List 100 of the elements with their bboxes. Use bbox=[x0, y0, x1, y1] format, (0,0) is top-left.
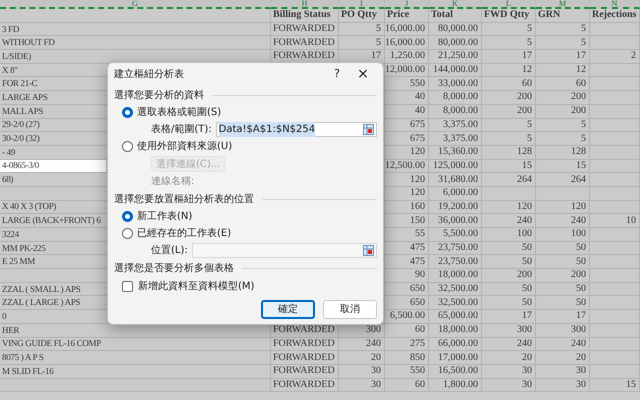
column-letter[interactable]: I bbox=[360, 0, 363, 8]
column-heading: FWD Qtty bbox=[482, 9, 536, 23]
table-cell: 16,000.00 bbox=[385, 22, 429, 36]
table-cell: 100 bbox=[482, 228, 536, 242]
table-cell: 60 bbox=[482, 77, 536, 92]
radio-button[interactable] bbox=[122, 211, 133, 222]
table-cell: 21,250.00 bbox=[429, 50, 482, 64]
table-cell: 550 bbox=[385, 364, 429, 379]
table-cell: 80,000.00 bbox=[429, 36, 482, 50]
table-cell: 40 bbox=[385, 91, 429, 105]
checkbox[interactable] bbox=[122, 281, 133, 292]
table-cell: 240 bbox=[482, 214, 536, 228]
table-cell: 850 bbox=[385, 351, 429, 365]
ok-button[interactable]: 確定 bbox=[261, 300, 315, 319]
range-picker-icon[interactable] bbox=[363, 245, 374, 256]
table-cell: 120 bbox=[385, 186, 429, 201]
table-cell: 1,800.00 bbox=[429, 378, 482, 392]
table-cell: 5 bbox=[536, 118, 590, 132]
table-cell: 128 bbox=[536, 146, 590, 160]
column-letter[interactable]: M bbox=[558, 0, 566, 8]
table-cell: 5,500.00 bbox=[429, 228, 482, 242]
table-cell: 5 bbox=[536, 36, 590, 50]
table-cell: 264 bbox=[536, 173, 590, 187]
table-cell: 12 bbox=[536, 64, 590, 78]
table-cell: 100 bbox=[536, 228, 590, 242]
table-cell: 50 bbox=[536, 255, 590, 270]
radio-button[interactable] bbox=[122, 141, 133, 152]
section-heading: 選擇您要分析的資料 bbox=[114, 88, 204, 103]
table-cell: FORWARDED bbox=[271, 351, 339, 365]
table-cell: 8,000.00 bbox=[429, 104, 482, 118]
table-cell: FORWARDED bbox=[271, 22, 339, 36]
table-cell: 120 bbox=[385, 146, 429, 160]
column-letter[interactable]: K bbox=[452, 0, 458, 8]
table-cell: 200 bbox=[536, 91, 590, 105]
table-cell: 275 bbox=[385, 338, 429, 352]
table-cell: 15 bbox=[536, 160, 590, 174]
column-letter[interactable]: J bbox=[404, 0, 408, 8]
table-cell: 120 bbox=[385, 173, 429, 187]
column-heading: Price bbox=[385, 9, 429, 23]
table-cell: 50 bbox=[536, 282, 590, 296]
cancel-button[interactable]: 取消 bbox=[323, 300, 377, 319]
table-cell: 150 bbox=[385, 214, 429, 228]
table-cell: 5 bbox=[482, 132, 536, 146]
table-cell: 18,000.00 bbox=[429, 269, 482, 283]
table-cell: 675 bbox=[385, 132, 429, 146]
location-input-field[interactable] bbox=[192, 243, 377, 258]
field-label: 表格/範圍(T): bbox=[151, 122, 212, 137]
table-cell: 5 bbox=[536, 22, 590, 36]
table-cell: 240 bbox=[339, 338, 385, 352]
table-cell: 30 bbox=[536, 378, 590, 392]
column-heading: Rejections bbox=[590, 9, 640, 23]
table-cell: 30 bbox=[482, 364, 536, 379]
column-letter[interactable]: N bbox=[612, 0, 618, 8]
table-cell: 300 bbox=[536, 324, 590, 338]
table-cell: 120 bbox=[536, 200, 590, 214]
table-cell: 650 bbox=[385, 282, 429, 296]
table-cell: 144,000.00 bbox=[429, 64, 482, 78]
table-cell: 19,200.00 bbox=[429, 200, 482, 214]
table-cell: 30 bbox=[339, 364, 385, 379]
table-cell: 20 bbox=[482, 351, 536, 365]
column-letter[interactable]: L bbox=[506, 0, 511, 8]
table-cell: 20 bbox=[339, 351, 385, 365]
table-cell: 300 bbox=[482, 324, 536, 338]
table-cell: 16,500.00 bbox=[429, 364, 482, 379]
table-cell: 240 bbox=[482, 338, 536, 352]
table-cell: 475 bbox=[385, 242, 429, 256]
table-cell: 23,750.00 bbox=[429, 242, 482, 256]
range-picker-icon[interactable] bbox=[363, 124, 374, 135]
radio-button[interactable] bbox=[122, 228, 133, 239]
column-letter[interactable]: H bbox=[302, 0, 308, 8]
table-cell: 200 bbox=[536, 104, 590, 118]
column-heading: Billing Status bbox=[271, 9, 339, 23]
table-cell: 15 bbox=[482, 160, 536, 174]
table-cell: 200 bbox=[482, 91, 536, 105]
close-button[interactable]: × bbox=[349, 67, 377, 81]
table-cell: 125,000.00 bbox=[429, 160, 482, 174]
column-letter[interactable]: G bbox=[132, 0, 138, 8]
range-input-field[interactable]: Data!$A$1:$N$254 bbox=[216, 122, 377, 137]
table-cell: 1,250.00 bbox=[385, 50, 429, 64]
connection-name-label: 連線名稱: bbox=[150, 174, 196, 189]
table-cell: 160 bbox=[385, 200, 429, 214]
table-cell: 120 bbox=[482, 200, 536, 214]
radio-label: 使用外部資料來源(U) bbox=[137, 140, 232, 154]
table-cell: 650 bbox=[385, 296, 429, 310]
table-cell: 36,000.00 bbox=[429, 214, 482, 228]
table-cell: 31,680.00 bbox=[429, 173, 482, 187]
section-heading: 選擇您是否要分析多個表格 bbox=[114, 262, 234, 276]
table-cell: 50 bbox=[536, 296, 590, 310]
table-cell: 550 bbox=[385, 77, 429, 92]
help-button[interactable]: ? bbox=[325, 66, 349, 82]
table-cell: FORWARDED bbox=[271, 378, 339, 392]
table-cell: 200 bbox=[482, 104, 536, 118]
table-cell: 80,000.00 bbox=[429, 22, 482, 36]
radio-button[interactable] bbox=[122, 107, 133, 118]
table-cell: 33,000.00 bbox=[429, 77, 482, 92]
table-cell: 200 bbox=[482, 269, 536, 283]
table-cell: 17 bbox=[536, 50, 590, 64]
checkbox-label: 新增此資料至資料模型(M) bbox=[138, 280, 254, 294]
table-cell: 20 bbox=[536, 351, 590, 365]
table-cell: 2 bbox=[590, 50, 640, 64]
